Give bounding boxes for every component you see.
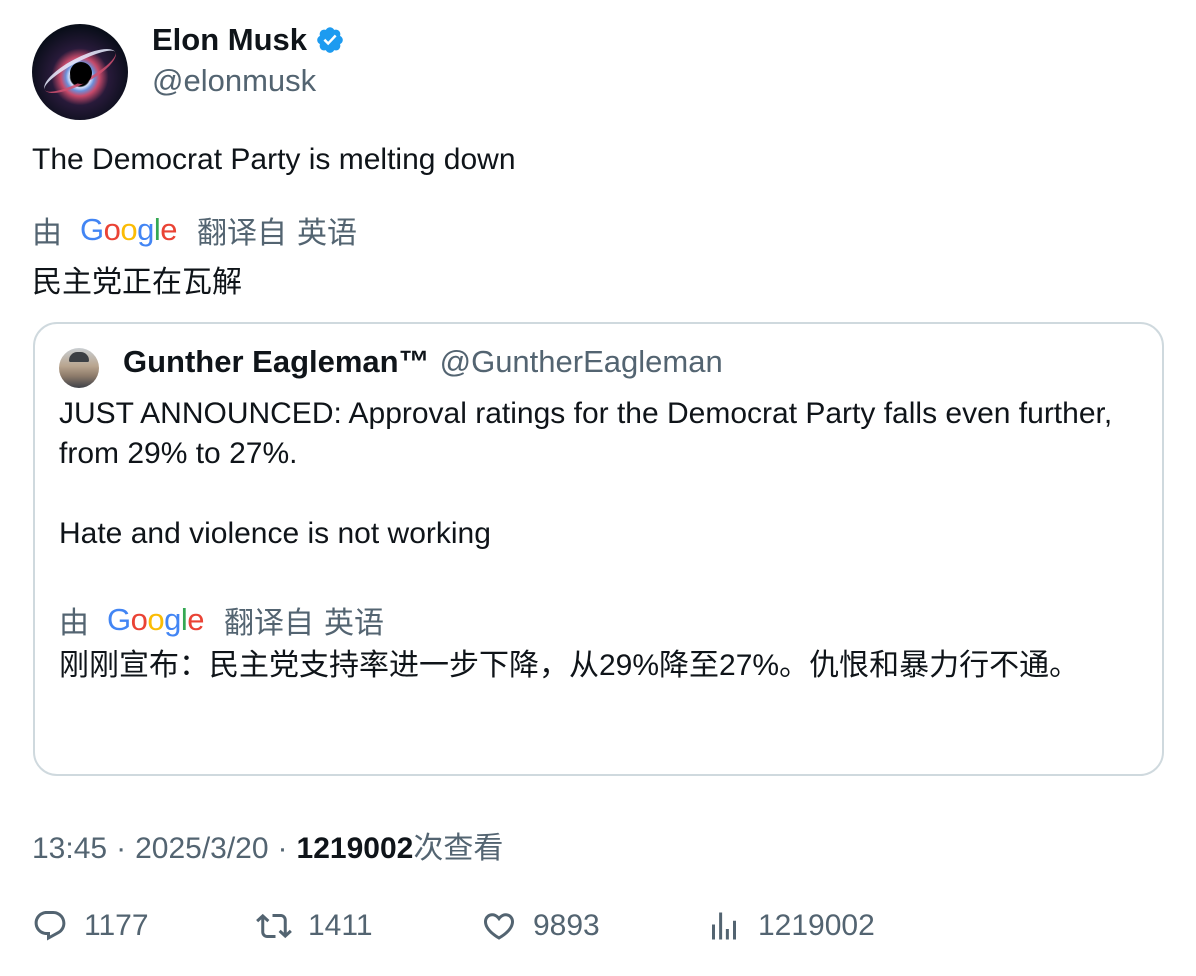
quoted-paragraph-spacer (59, 474, 1119, 514)
quoted-author-row: Gunther Eagleman™ @GuntherEagleman (123, 344, 723, 380)
meta-separator: · (116, 832, 127, 865)
reply-icon (34, 911, 66, 941)
author-handle[interactable]: @elonmusk (152, 63, 316, 99)
quoted-paragraph: JUST ANNOUNCED: Approval ratings for the… (59, 397, 1113, 470)
translation-attribution: 由 Google 翻译自 英语 (32, 208, 357, 252)
like-button[interactable]: 9893 (481, 908, 600, 944)
translation-from-label: 翻译自 (224, 607, 315, 640)
quoted-translation-text: 刚刚宣布：民主党支持率进一步下降，从29%降至27%。仇恨和暴力行不通。 (59, 649, 1080, 682)
quoted-tweet-card[interactable]: Gunther Eagleman™ @GuntherEagleman JUST … (33, 322, 1164, 776)
author-name-row: Elon Musk (152, 22, 345, 58)
avatar-core (70, 62, 92, 84)
translation-by-label: 由 (32, 217, 62, 250)
author-display-name[interactable]: Elon Musk (152, 22, 307, 58)
meta-separator: · (277, 832, 288, 865)
quoted-author-name[interactable]: Gunther Eagleman™ (123, 344, 430, 380)
quoted-tweet-text: JUST ANNOUNCED: Approval ratings for the… (59, 394, 1119, 594)
views-count: 1219002 (296, 832, 414, 865)
retweet-count: 1411 (308, 909, 373, 942)
reply-button[interactable]: 1177 (32, 908, 149, 944)
reply-count: 1177 (84, 909, 149, 942)
action-bar: 1177 1411 9893 1219002 (32, 908, 1164, 952)
translation-language: 英语 (324, 607, 385, 640)
tweet-date[interactable]: 2025/3/20 (135, 832, 268, 866)
quoted-translation-attribution: 由 Google 翻译自 英语 (59, 598, 384, 642)
quoted-paragraph-spacer (59, 554, 1119, 594)
translation-by-label: 由 (59, 607, 89, 640)
retweet-button[interactable]: 1411 (256, 908, 373, 944)
google-logo: Google (107, 602, 205, 637)
tweet-translation-text: 民主党正在瓦解 (32, 266, 242, 299)
tweet-meta: 13:45 · 2025/3/20 · 1219002 次查看 (32, 823, 503, 867)
views-action-count: 1219002 (758, 909, 875, 942)
translation-from-label: 翻译自 (197, 217, 288, 250)
like-count: 9893 (533, 909, 600, 942)
quoted-author-avatar[interactable] (59, 348, 99, 388)
author-avatar[interactable] (32, 24, 128, 120)
views-label: 次查看 (413, 832, 504, 865)
tweet-time[interactable]: 13:45 (32, 832, 107, 866)
tweet-text: The Democrat Party is melting down (32, 143, 516, 176)
google-logo: Google (80, 212, 178, 247)
retweet-icon (256, 913, 292, 939)
quoted-paragraph: Hate and violence is not working (59, 517, 491, 550)
verified-badge-icon (317, 27, 343, 53)
views-button[interactable]: 1219002 (706, 908, 875, 944)
translation-language: 英语 (297, 217, 358, 250)
analytics-icon (712, 912, 736, 940)
heart-icon (483, 913, 515, 940)
quoted-author-handle[interactable]: @GuntherEagleman (440, 344, 723, 380)
